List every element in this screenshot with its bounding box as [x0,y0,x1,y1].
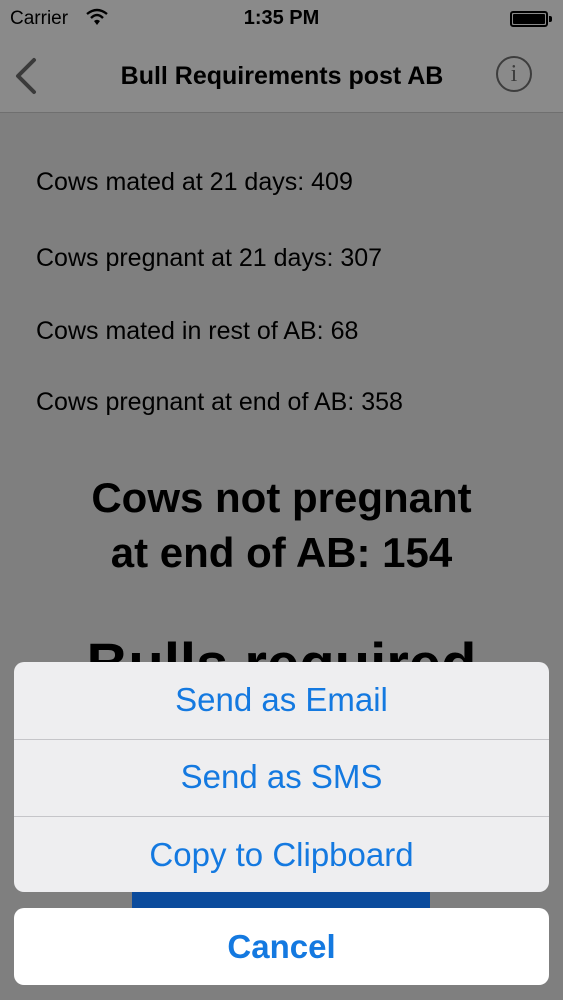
page-title: Bull Requirements post AB [120,62,444,90]
copy-clipboard-button[interactable]: Copy to Clipboard [14,817,549,892]
battery-tip [549,16,552,22]
navigation-bar: Bull Requirements post AB i [0,40,563,113]
stat-cows-mated-rest: Cows mated in rest of AB: 68 [36,317,359,345]
stat-cows-mated-21: Cows mated at 21 days: 409 [36,168,353,196]
send-sms-button[interactable]: Send as SMS [14,739,549,815]
stat-cows-pregnant-21: Cows pregnant at 21 days: 307 [36,244,383,272]
send-email-button[interactable]: Send as Email [14,662,549,738]
battery-icon [510,11,548,27]
status-bar: Carrier 1:35 PM [0,0,563,40]
stat-cows-pregnant-end: Cows pregnant at end of AB: 358 [36,388,403,416]
info-icon[interactable]: i [496,56,532,92]
cancel-button[interactable]: Cancel [14,908,549,985]
chevron-left-icon[interactable] [10,54,46,98]
summary-line-1: Cows not pregnant [91,474,472,521]
clock: 1:35 PM [243,7,320,29]
summary-line-2: at end of AB: 154 [110,529,453,576]
action-sheet: Send as Email Send as SMS Copy to Clipbo… [14,662,549,892]
